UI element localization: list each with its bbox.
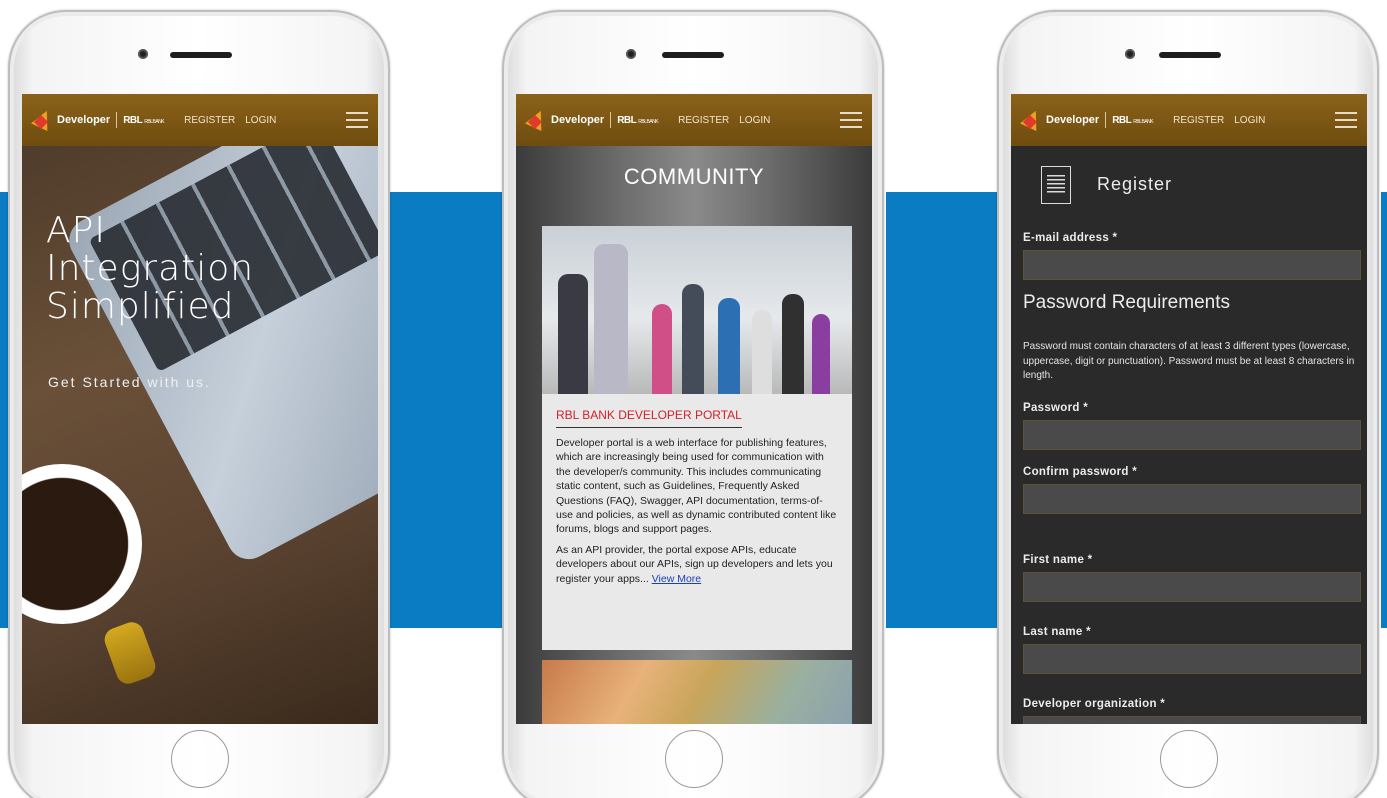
first-name-field[interactable] bbox=[1023, 572, 1361, 602]
front-camera bbox=[1125, 49, 1135, 59]
euro-banknotes-image bbox=[542, 660, 852, 724]
blue-band-mid-2 bbox=[886, 192, 1001, 628]
register-link[interactable]: REGISTER bbox=[184, 115, 235, 126]
password-field[interactable] bbox=[1023, 420, 1361, 450]
hero-subtitle[interactable]: Get Started with us. bbox=[48, 374, 211, 390]
email-field[interactable] bbox=[1023, 250, 1361, 280]
brand-divider bbox=[116, 112, 118, 128]
card-body: Developer portal is a web interface for … bbox=[556, 436, 838, 586]
phone-home: Developer RBL RBLBANK REGISTER LOGIN API … bbox=[8, 10, 390, 798]
developer-organization-label: Developer organization * bbox=[1023, 698, 1166, 710]
view-more-link[interactable]: View More bbox=[652, 573, 701, 585]
front-camera bbox=[626, 49, 636, 59]
login-link[interactable]: LOGIN bbox=[1234, 115, 1265, 126]
brand-name[interactable]: Developer bbox=[57, 114, 110, 126]
confirm-password-label: Confirm password * bbox=[1023, 466, 1138, 478]
screen-register: Developer RBL RBLBANK REGISTER LOGIN Regi… bbox=[1011, 94, 1367, 724]
brand-divider bbox=[1105, 112, 1107, 128]
login-link[interactable]: LOGIN bbox=[245, 115, 276, 126]
brand-name[interactable]: Developer bbox=[1046, 114, 1099, 126]
register-link[interactable]: REGISTER bbox=[1173, 115, 1224, 126]
password-requirements-text: Password must contain characters of at l… bbox=[1023, 341, 1355, 381]
hero-title: API Integration Simplified bbox=[46, 210, 255, 327]
business-people-image bbox=[542, 226, 852, 394]
screen-home: Developer RBL RBLBANK REGISTER LOGIN API … bbox=[22, 94, 378, 724]
developer-logo-icon[interactable] bbox=[32, 109, 52, 131]
navbar: Developer RBL RBLBANK REGISTER LOGIN bbox=[516, 94, 872, 146]
home-button[interactable] bbox=[1160, 730, 1218, 788]
developer-logo-icon[interactable] bbox=[526, 109, 546, 131]
card-paragraph: Developer portal is a web interface for … bbox=[556, 437, 837, 536]
earpiece-speaker bbox=[662, 52, 724, 58]
menu-icon[interactable] bbox=[840, 112, 862, 128]
last-name-label: Last name * bbox=[1023, 626, 1091, 638]
earpiece-speaker bbox=[1159, 52, 1221, 58]
portal-card: RBL BANK DEVELOPER PORTAL Developer port… bbox=[542, 226, 852, 650]
menu-icon[interactable] bbox=[346, 112, 368, 128]
card-paragraph: As an API provider, the portal expose AP… bbox=[556, 543, 833, 585]
last-name-field[interactable] bbox=[1023, 644, 1361, 674]
front-camera bbox=[138, 49, 148, 59]
bank-logo[interactable]: RBL RBLBANK bbox=[617, 115, 658, 126]
navbar: Developer RBL RBLBANK REGISTER LOGIN bbox=[22, 94, 378, 146]
brand-name[interactable]: Developer bbox=[551, 114, 604, 126]
card-heading[interactable]: RBL BANK DEVELOPER PORTAL bbox=[556, 408, 742, 428]
page-title: COMMUNITY bbox=[623, 164, 765, 189]
document-icon bbox=[1041, 166, 1071, 204]
screen-community: Developer RBL RBLBANK REGISTER LOGIN COMM… bbox=[516, 94, 872, 724]
password-label: Password * bbox=[1023, 402, 1088, 414]
blue-band-mid-1 bbox=[390, 192, 505, 628]
phone-community: Developer RBL RBLBANK REGISTER LOGIN COMM… bbox=[502, 10, 884, 798]
login-link[interactable]: LOGIN bbox=[739, 115, 770, 126]
register-link[interactable]: REGISTER bbox=[678, 115, 729, 126]
bank-logo[interactable]: RBL RBLBANK bbox=[123, 115, 164, 126]
home-button[interactable] bbox=[665, 730, 723, 788]
home-button[interactable] bbox=[171, 730, 229, 788]
first-name-label: First name * bbox=[1023, 554, 1093, 566]
bank-logo[interactable]: RBL RBLBANK bbox=[1112, 115, 1153, 126]
blue-band-right bbox=[1381, 192, 1387, 628]
brand-divider bbox=[610, 112, 612, 128]
menu-icon[interactable] bbox=[1335, 112, 1357, 128]
page-title: Register bbox=[1097, 174, 1173, 194]
developer-logo-icon[interactable] bbox=[1021, 109, 1041, 131]
confirm-password-field[interactable] bbox=[1023, 484, 1361, 514]
developer-organization-field[interactable] bbox=[1023, 716, 1361, 724]
phone-register: Developer RBL RBLBANK REGISTER LOGIN Regi… bbox=[997, 10, 1379, 798]
password-requirements-heading: Password Requirements bbox=[1023, 292, 1230, 313]
email-label: E-mail address * bbox=[1023, 232, 1118, 244]
earpiece-speaker bbox=[170, 52, 232, 58]
navbar: Developer RBL RBLBANK REGISTER LOGIN bbox=[1011, 94, 1367, 146]
